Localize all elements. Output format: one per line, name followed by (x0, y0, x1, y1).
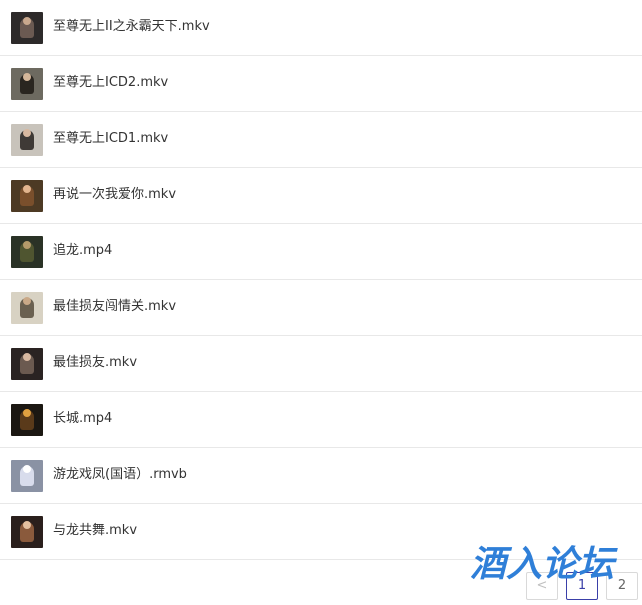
file-name[interactable]: 至尊无上II之永霸天下.mkv (53, 17, 210, 37)
file-name[interactable]: 长城.mp4 (53, 409, 112, 429)
file-name[interactable]: 与龙共舞.mkv (53, 521, 137, 541)
file-row[interactable]: 至尊无上ICD1.mkv (0, 112, 642, 168)
file-row[interactable]: 长城.mp4 (0, 392, 642, 448)
video-thumbnail (11, 68, 43, 100)
file-name[interactable]: 再说一次我爱你.mkv (53, 185, 176, 205)
file-row[interactable]: 游龙戏凤(国语）.rmvb (0, 448, 642, 504)
video-thumbnail (11, 124, 43, 156)
video-thumbnail (11, 292, 43, 324)
video-thumbnail (11, 12, 43, 44)
file-name[interactable]: 至尊无上ICD2.mkv (53, 73, 168, 93)
file-row[interactable]: 至尊无上II之永霸天下.mkv (0, 0, 642, 56)
file-row[interactable]: 至尊无上ICD2.mkv (0, 56, 642, 112)
video-thumbnail (11, 348, 43, 380)
file-row[interactable]: 再说一次我爱你.mkv (0, 168, 642, 224)
forum-watermark-logo: 酒入论坛 (468, 540, 628, 585)
video-thumbnail (11, 236, 43, 268)
video-thumbnail (11, 516, 43, 548)
file-row[interactable]: 追龙.mp4 (0, 224, 642, 280)
watermark-logo-svg: 酒入论坛 (470, 544, 618, 585)
file-row[interactable]: 最佳损友.mkv (0, 336, 642, 392)
file-name[interactable]: 追龙.mp4 (53, 241, 112, 261)
svg-text:酒入论坛: 酒入论坛 (470, 544, 618, 584)
video-thumbnail (11, 404, 43, 436)
video-thumbnail (11, 180, 43, 212)
file-row[interactable]: 最佳损友闯情关.mkv (0, 280, 642, 336)
file-list: 至尊无上II之永霸天下.mkv 至尊无上ICD2.mkv 至尊无上ICD1.mkv 再… (0, 0, 642, 560)
file-name[interactable]: 游龙戏凤(国语）.rmvb (53, 465, 187, 485)
file-name[interactable]: 最佳损友.mkv (53, 353, 137, 373)
file-name[interactable]: 至尊无上ICD1.mkv (53, 129, 168, 149)
file-name[interactable]: 最佳损友闯情关.mkv (53, 297, 176, 317)
video-thumbnail (11, 460, 43, 492)
